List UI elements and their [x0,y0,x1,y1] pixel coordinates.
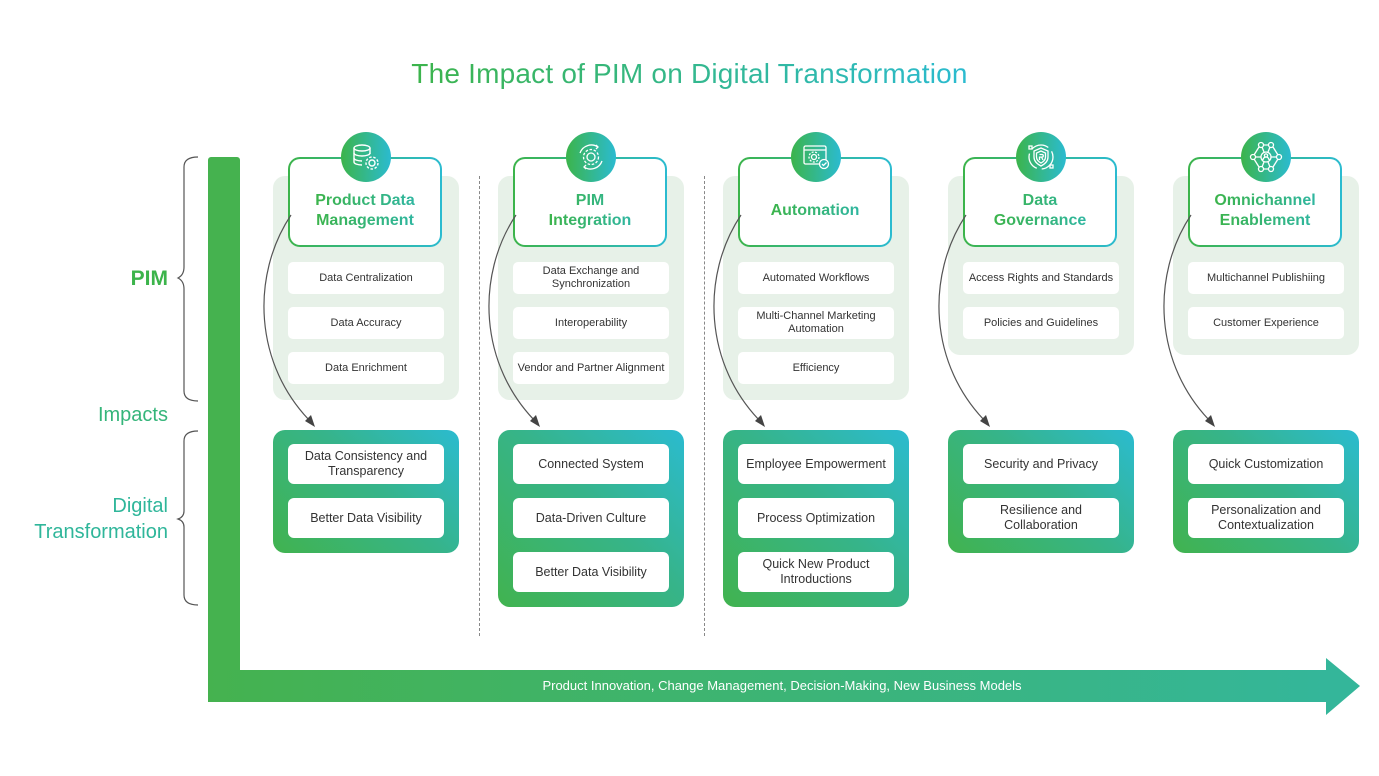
connector-curve [488,214,539,425]
connector-curve [1163,214,1214,425]
connector-curves [263,214,1215,427]
connector-curve [938,214,989,425]
connector-curve [713,214,764,425]
connector-curve [263,214,314,425]
